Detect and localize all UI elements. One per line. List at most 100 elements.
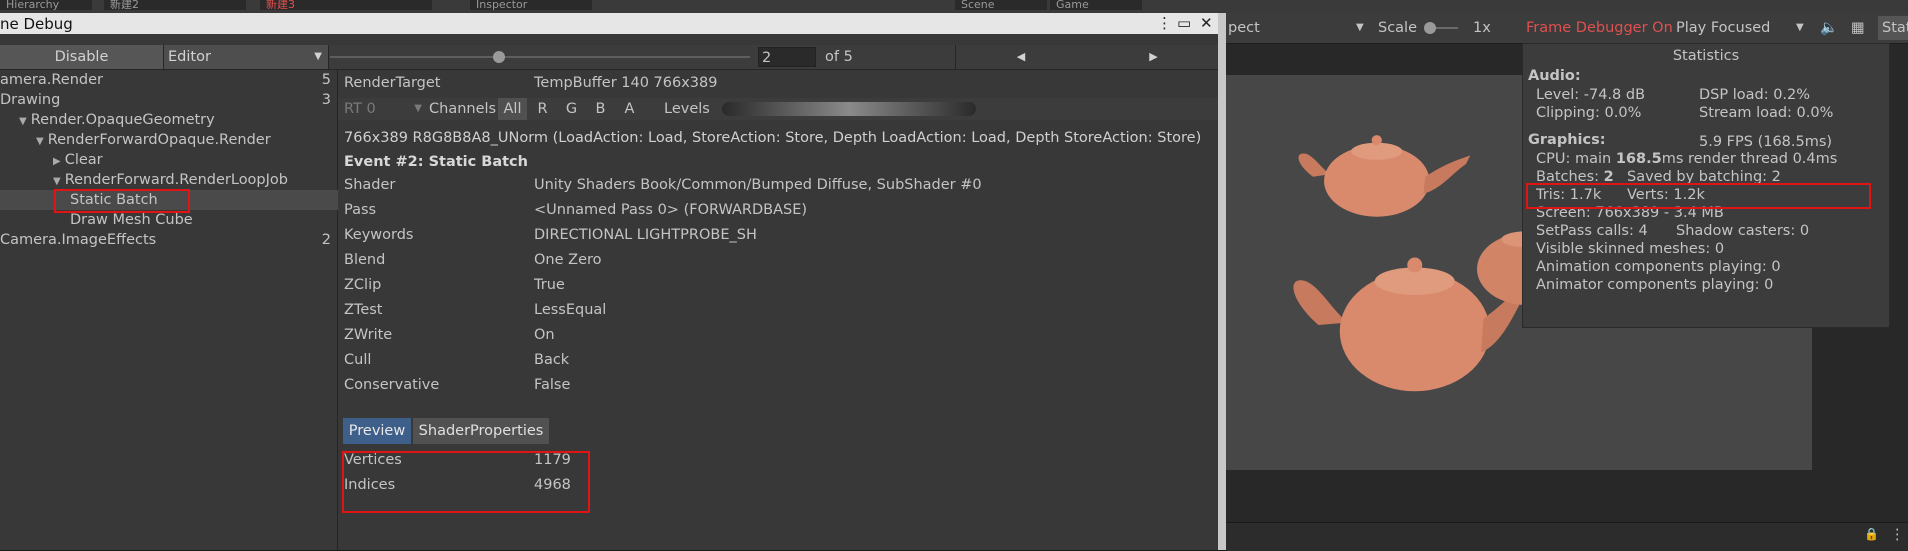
chevron-down-icon: ▼ [314,51,322,62]
tree-row-count: 2 [321,232,331,248]
chevron-down-icon[interactable]: ▼ [53,176,61,187]
highlight-batches [1526,183,1871,209]
render-target-label: RenderTarget [344,75,441,91]
tab-scene-file-3[interactable]: 新建3 [260,0,432,10]
channels-label: Channels [429,101,497,117]
cpu-suffix: ms render thread 0.4ms [1661,151,1838,167]
tree-row-label: RenderForwardOpaque.Render [47,132,271,148]
play-focused-select[interactable]: Play Focused [1676,13,1770,43]
tab-scene-file-2[interactable]: 新建2 [104,0,246,10]
property-key: ZClip [344,277,382,293]
property-value: Back [534,352,570,368]
event-slider[interactable] [330,45,750,69]
property-key: ZTest [344,302,383,318]
visible-skinned-meshes: Visible skinned meshes: 0 [1536,241,1725,257]
more-menu-icon[interactable]: ⋮ [1157,14,1172,32]
close-icon[interactable]: ✕ [1200,14,1213,32]
tab-shader-properties[interactable]: ShaderProperties [413,418,549,444]
aspect-select[interactable]: pect [1228,13,1260,43]
tree-row-label: Draw Mesh Cube [70,212,193,228]
chevron-down-icon[interactable]: ▼ [36,136,44,147]
cpu-time: CPU: main 168.5ms render thread 0.4ms [1536,150,1837,168]
cpu-main-value: 168.5 [1615,151,1662,167]
levels-slider[interactable] [722,102,976,116]
render-target-value: TempBuffer 140 766x389 [534,75,718,91]
previous-event-button[interactable]: ◀ [955,45,1087,69]
property-key: Shader [344,177,396,193]
property-value: Unity Shaders Book/Common/Bumped Diffuse… [534,177,982,193]
chevron-down-icon: ▼ [1796,22,1804,33]
tree-row[interactable]: ▼RenderForwardOpaque.Render3 [0,130,373,150]
tree-row[interactable]: amera.Render 5 [0,70,337,90]
cpu-prefix: CPU: main [1536,151,1616,167]
window-title-bar[interactable]: ne Debug ⋮ ▭ ✕ [0,13,1225,34]
scale-slider-thumb[interactable] [1424,22,1436,34]
channel-g-toggle[interactable]: G [558,98,585,120]
slider-thumb[interactable] [493,51,506,63]
property-value: False [534,377,571,393]
statistics-title: Statistics [1672,48,1740,64]
tree-row-label: Render.OpaqueGeometry [30,112,215,128]
tab-scene[interactable]: Scene [955,0,1047,10]
tree-row[interactable]: ▼RenderForward.RenderLoopJob2 [0,170,390,190]
chevron-down-icon[interactable]: ▼ [19,116,27,127]
audio-icon[interactable]: 🔈 [1820,13,1838,43]
disable-button[interactable]: Disable [0,45,164,69]
channel-b-toggle[interactable]: B [587,98,614,120]
tab-inspector[interactable]: Inspector [470,0,592,10]
debugger-toolbar: Disable Editor ▼ 2 of 5 ◀ ▶ [0,45,1225,70]
editor-select-value: Editor [168,49,211,65]
tree-row[interactable]: ▼Render.OpaqueGeometry3 [0,110,356,130]
chevron-down-icon: ▼ [1356,22,1364,33]
next-event-button[interactable]: ▶ [1086,45,1222,69]
frame-debugger-status: Frame Debugger On [1526,20,1673,36]
property-key: Blend [344,252,386,268]
tab-game[interactable]: Game [1050,0,1142,10]
maximize-icon[interactable]: ▭ [1177,14,1191,32]
tree-row-count: 3 [321,92,331,108]
event-total-label: of 5 [825,49,853,65]
lock-icon[interactable]: 🔒 [1864,527,1879,541]
channel-all-toggle[interactable]: All [498,98,527,120]
teapot-small [1298,135,1471,217]
property-value: One Zero [534,252,602,268]
event-title: Event #2: Static Batch [344,154,528,170]
event-index-input[interactable]: 2 [758,47,816,67]
tree-row[interactable]: Camera.ImageEffects 2 [0,230,337,250]
tree-row[interactable]: Drawing 3 [0,90,337,110]
tree-row[interactable]: ▶Clear1 [0,150,390,170]
chevron-right-icon[interactable]: ▶ [53,156,61,167]
game-view-status-bar: 🔒 ⋮ [1226,522,1908,551]
shadow-casters: Shadow casters: 0 [1676,223,1810,239]
audio-header: Audio: [1528,68,1581,84]
stats-button[interactable]: Stat [1878,16,1908,40]
highlight-mesh-stats [342,451,590,513]
channel-a-toggle[interactable]: A [616,98,643,120]
tab-preview[interactable]: Preview [343,418,411,444]
property-key: Pass [344,202,377,218]
tree-row-count: 5 [321,72,331,88]
editor-top-strip: Hierarchy 新建2 新建3 Inspector Scene Game [0,0,1908,13]
property-value: True [534,277,565,293]
tree-row-label: Clear [64,152,103,168]
rt-select[interactable]: RT 0 ▼ [344,98,424,120]
property-key: Keywords [344,227,414,243]
scale-slider[interactable] [1424,22,1458,34]
window-splitter[interactable] [1218,13,1226,550]
property-value: <Unnamed Pass 0> (FORWARDBASE) [534,202,808,218]
audio-clipping: Clipping: 0.0% [1536,105,1642,121]
property-value: On [534,327,555,343]
render-target-format: 766x389 R8G8B8A8_UNorm (LoadAction: Load… [344,130,1202,146]
window-title: ne Debug [0,15,73,33]
tree-row-label: RenderForward.RenderLoopJob [64,172,288,188]
tab-hierarchy[interactable]: Hierarchy [0,0,92,10]
grid-icon[interactable]: ▦ [1851,13,1865,43]
animation-components: Animation components playing: 0 [1536,259,1781,275]
more-menu-icon[interactable]: ⋮ [1890,527,1905,543]
chevron-down-icon: ▼ [414,103,422,114]
tree-row-label: amera.Render [0,72,104,88]
channel-r-toggle[interactable]: R [529,98,556,120]
property-value: DIRECTIONAL LIGHTPROBE_SH [534,227,757,243]
editor-select[interactable]: Editor ▼ [164,45,329,69]
slider-track [330,56,750,58]
